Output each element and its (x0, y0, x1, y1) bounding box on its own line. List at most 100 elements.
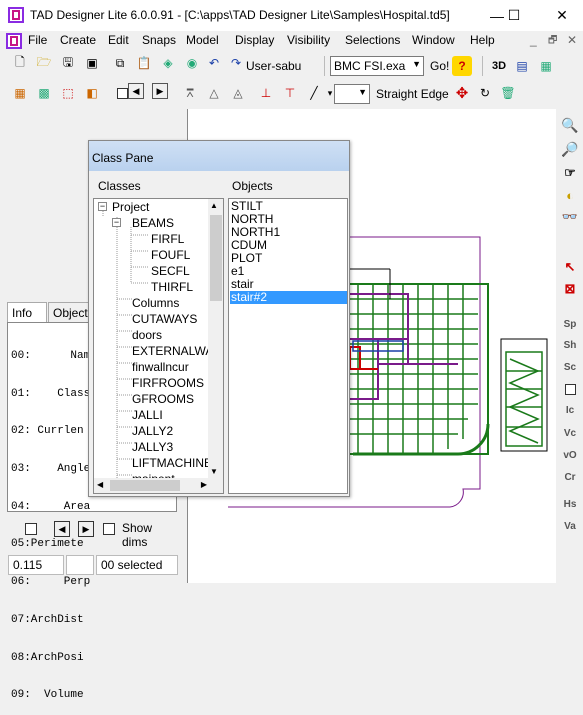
next-icon[interactable]: ▶ (78, 521, 94, 537)
cr-button[interactable]: Cr (559, 467, 581, 487)
trash-icon[interactable]: 🗑 (498, 83, 518, 103)
scroll-thumb[interactable] (210, 215, 222, 301)
tree-item[interactable]: CUTAWAYS (132, 311, 197, 327)
show-dims-checkbox[interactable] (103, 523, 115, 535)
export-icon[interactable]: ◈ (158, 53, 178, 73)
scroll-right-icon[interactable]: ▶ (201, 480, 207, 489)
tree-item[interactable]: Columns (132, 295, 179, 311)
class-pane-title[interactable]: Class Pane (89, 141, 349, 171)
triangle-up-icon[interactable]: △ (204, 83, 224, 103)
tree-item[interactable]: SECFL (151, 263, 190, 279)
help-icon[interactable]: ? (452, 56, 472, 76)
tree-item-project[interactable]: Project (112, 199, 149, 215)
zone-icon[interactable]: ◧ (82, 83, 102, 103)
view-3d-button[interactable]: 3D (489, 56, 509, 76)
menu-help[interactable]: Help (470, 33, 495, 47)
import-icon[interactable]: ◉ (182, 53, 202, 73)
line-style-combo[interactable]: ▼ (334, 84, 370, 104)
tree-item[interactable]: THIRFL (151, 279, 193, 295)
save-icon[interactable]: 🖫 (58, 53, 78, 73)
collapse-icon[interactable]: − (112, 218, 121, 227)
select-rect-icon[interactable]: ⬚ (58, 83, 78, 103)
tree-item[interactable]: JALLY3 (132, 439, 173, 455)
results-icon[interactable]: ▦ (536, 56, 556, 76)
tree-item-beams[interactable]: BEAMS (132, 215, 174, 231)
binoculars-icon[interactable]: 👓 (559, 207, 581, 227)
tree-item[interactable]: FIRFL (151, 231, 184, 247)
tree-item[interactable]: JALLY2 (132, 423, 173, 439)
list-item-selected[interactable]: stair#2 (230, 291, 347, 304)
pan-hand-icon[interactable]: ☞ (559, 163, 581, 183)
maximize-button[interactable]: ☐ (497, 0, 531, 31)
tree-item[interactable]: doors (132, 327, 162, 343)
sc-button[interactable]: Sc (559, 357, 581, 377)
tab-object[interactable]: Object (48, 302, 92, 323)
collapse-icon[interactable]: − (98, 202, 107, 211)
document-icon[interactable] (6, 33, 22, 49)
vc-button[interactable]: Vc (559, 423, 581, 443)
vo-button[interactable]: vO (559, 445, 581, 465)
straight-edge-label[interactable]: Straight Edge (376, 87, 449, 101)
redo-icon[interactable]: ↷ (226, 53, 246, 73)
print-setup-icon[interactable]: ▣ (82, 53, 102, 73)
close-button[interactable]: ✕ (545, 0, 579, 31)
zoom-extents-icon[interactable]: ◐ (559, 185, 581, 205)
new-file-icon[interactable]: 🗋 (10, 53, 30, 73)
scroll-thumb[interactable] (110, 480, 180, 491)
menu-visibility[interactable]: Visibility (287, 33, 330, 47)
tree-item[interactable]: GFROOMS (132, 391, 194, 407)
dimension-vertical-icon[interactable]: ⊥ (256, 83, 276, 103)
rotate-icon[interactable]: ↻ (475, 83, 495, 103)
ic-button[interactable]: Ic (559, 400, 581, 420)
scroll-up-icon[interactable]: ▲ (210, 201, 218, 210)
object-list[interactable]: STILT NORTH NORTH1 CDUM PLOT e1 stair st… (228, 198, 348, 494)
triangle-flat-icon[interactable]: ◬ (228, 83, 248, 103)
next-icon[interactable]: ▶ (152, 83, 168, 99)
menu-file[interactable]: File (28, 33, 47, 47)
tree-item[interactable]: JALLI (132, 407, 163, 423)
grid-snap-icon[interactable]: ▦ (10, 83, 30, 103)
copy-icon[interactable]: ⧉ (110, 53, 130, 73)
menu-selections[interactable]: Selections (345, 33, 400, 47)
sh-button[interactable]: Sh (559, 335, 581, 355)
menu-snaps[interactable]: Snaps (142, 33, 176, 47)
list-item[interactable]: PLOT (230, 252, 347, 265)
menu-create[interactable]: Create (60, 33, 96, 47)
scroll-left-icon[interactable]: ◀ (97, 480, 103, 489)
zoom-in-icon[interactable]: 🔍 (559, 115, 581, 135)
mdi-close-button[interactable]: ✕ (567, 33, 577, 47)
menu-model[interactable]: Model (186, 33, 219, 47)
previous-icon[interactable]: ◀ (128, 83, 144, 99)
va-button[interactable]: Va (559, 516, 581, 536)
triangle-down-icon[interactable]: ⩞ (180, 83, 200, 103)
pointer-icon[interactable]: ↖ (559, 257, 581, 277)
open-folder-icon[interactable]: 🗁 (34, 53, 54, 73)
move-icon[interactable]: ✥ (452, 83, 472, 103)
hs-button[interactable]: Hs (559, 494, 581, 514)
tree-horizontal-scrollbar[interactable]: ◀ ▶ (94, 478, 223, 493)
mdi-minimize-button[interactable]: _ (530, 33, 537, 47)
scroll-down-icon[interactable]: ▼ (210, 467, 218, 476)
analysis-icon[interactable]: ▤ (512, 56, 532, 76)
class-tree[interactable]: − Project − BEAMS FIRFL FOUFL SECFL THIR… (93, 198, 224, 494)
mdi-restore-button[interactable]: 🗗 (548, 33, 557, 50)
go-button[interactable]: Go! (430, 59, 449, 73)
sp-button[interactable]: Sp (559, 314, 581, 334)
dims-checkbox[interactable] (25, 523, 37, 535)
menu-display[interactable]: Display (235, 33, 274, 47)
zoom-out-icon[interactable]: 🔎 (559, 139, 581, 159)
tab-info[interactable]: Info (7, 302, 47, 323)
menu-window[interactable]: Window (412, 33, 455, 47)
tree-item[interactable]: LIFTMACHINE (132, 455, 212, 471)
menu-edit[interactable]: Edit (108, 33, 129, 47)
previous-icon[interactable]: ◀ (54, 521, 70, 537)
tree-vertical-scrollbar[interactable]: ▲ ▼ (208, 199, 223, 478)
tree-item[interactable]: FOUFL (151, 247, 190, 263)
weather-file-combo[interactable]: BMC FSI.exa ▼ (330, 56, 424, 76)
no-pointer-icon[interactable]: ⊠ (559, 279, 581, 299)
tree-item[interactable]: finwallncur (132, 359, 189, 375)
dimension-horizontal-icon[interactable]: ⊤ (280, 83, 300, 103)
tree-item[interactable]: EXTERNALWA (132, 343, 213, 359)
paste-icon[interactable]: 📋 (134, 53, 154, 73)
toggle-checkbox[interactable] (559, 379, 581, 399)
